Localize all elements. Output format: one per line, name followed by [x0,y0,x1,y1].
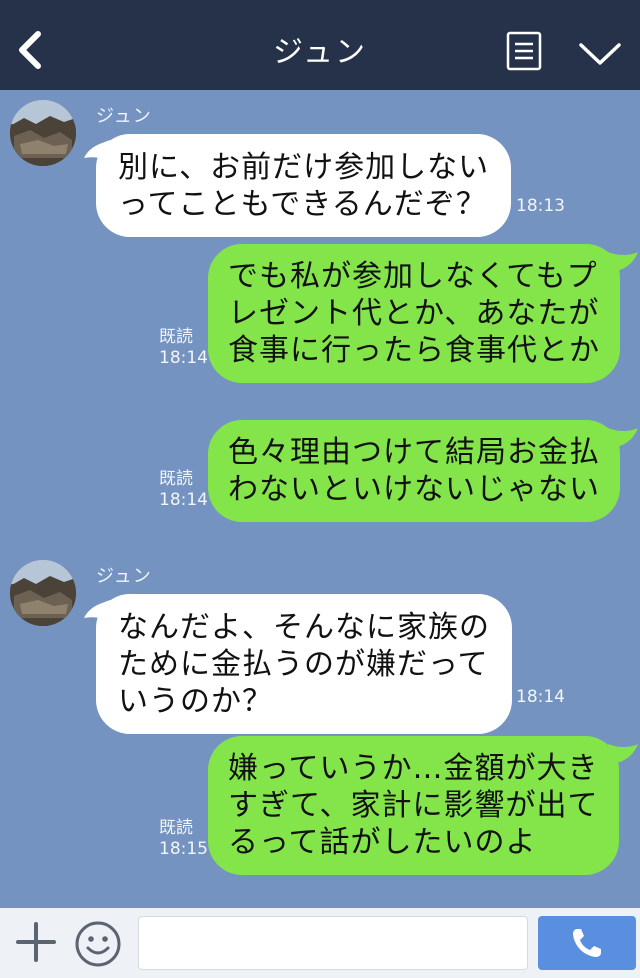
message-input-bar [0,908,640,978]
message-line: るって話がしたいのよ [228,825,537,860]
sender-name: ジュン [96,566,152,587]
collapse-button[interactable] [578,40,622,68]
message-line: ってこともできるんだぞ？ [118,187,487,222]
message-line: わないといけないじゃない [228,472,600,507]
message-time: 18:14 [516,687,565,707]
read-receipt: 既読 [159,327,193,347]
message-bubble-outgoing[interactable]: 色々理由つけて結局お金払 わないといけないじゃない [208,420,620,522]
message-line: すぎて、家計に影響が出て [228,788,599,823]
message-bubble-incoming[interactable]: なんだよ、そんなに家族の ために金払うのが嫌だって いうのか？ [96,594,512,734]
message-time: 18:15 [159,839,208,859]
message-line: でも私が参加しなくてもプ [228,259,598,294]
message-time: 18:13 [516,196,565,216]
message-line: なんだよ、そんなに家族の [118,610,490,645]
message-time: 18:14 [159,348,208,368]
avatar[interactable] [10,100,76,166]
message-line: 別に、お前だけ参加しない [118,150,490,185]
message-bubble-outgoing[interactable]: 嫌っていうか…金額が大き すぎて、家計に影響が出て るって話がしたいのよ [208,736,619,875]
chevron-down-icon [579,43,621,65]
chat-title: ジュン [273,35,367,70]
bubble-tail [608,744,638,764]
bubble-tail [608,428,638,448]
bubble-tail [608,252,638,272]
message-bubble-incoming[interactable]: 別に、お前だけ参加しない ってこともできるんだぞ？ [96,134,512,237]
chat-area[interactable]: ジュン 別に、お前だけ参加しない ってこともできるんだぞ？ 18:13 でも私が… [0,90,640,908]
message-line: 色々理由つけて結局お金払 [228,435,600,470]
message-line: いうのか？ [118,684,273,719]
attach-button[interactable] [14,920,58,964]
message-line: レゼント代とか、あなたが [228,296,600,331]
avatar[interactable] [10,560,76,626]
menu-button[interactable] [506,31,542,71]
list-icon [506,31,542,71]
message-line: 食事に行ったら食事代とか [228,333,600,368]
message-time: 18:14 [159,490,208,510]
emoji-button[interactable] [74,920,122,968]
read-receipt: 既読 [159,818,193,838]
message-line: ために金払うのが嫌だって [118,647,489,682]
read-receipt: 既読 [159,469,193,489]
smiley-icon [75,921,121,967]
phone-icon [573,929,601,957]
plus-icon [16,922,56,962]
call-button[interactable] [538,916,636,970]
message-input[interactable] [138,916,528,970]
chat-header: ジュン [0,0,640,90]
sender-name: ジュン [96,106,152,127]
message-bubble-outgoing[interactable]: でも私が参加しなくてもプ レゼント代とか、あなたが 食事に行ったら食事代とか [208,244,620,383]
message-line: 嫌っていうか…金額が大き [228,751,599,786]
